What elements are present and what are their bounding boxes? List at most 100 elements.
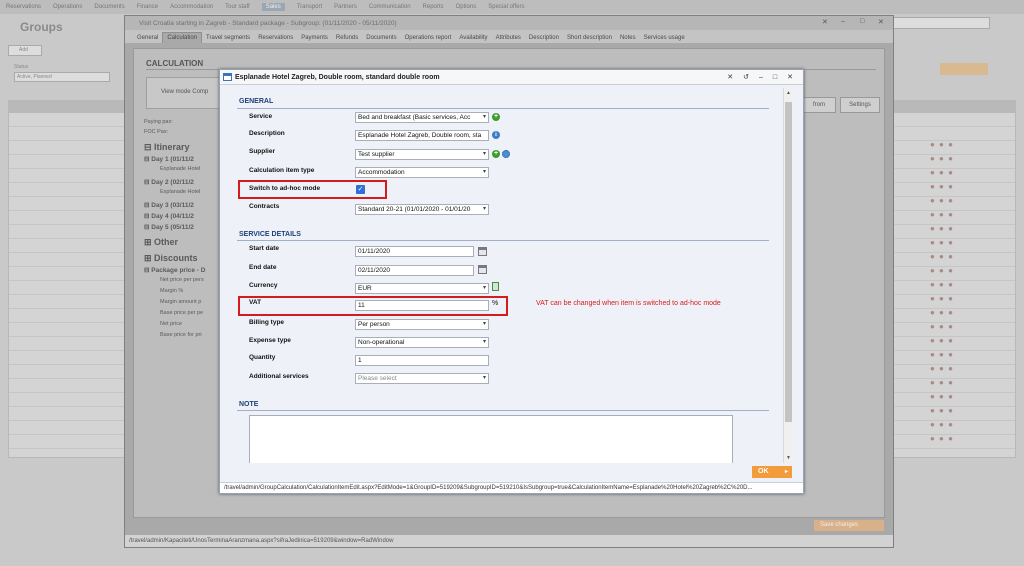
dialog-title-bar: Esplanade Hotel Zagreb, Double room, sta… — [220, 70, 803, 85]
divider — [237, 410, 769, 411]
add-service-icon[interactable]: + — [492, 113, 500, 121]
currency-select[interactable]: EUR — [355, 283, 489, 294]
ok-button[interactable]: OK ▸ — [752, 466, 792, 478]
tab-travel-segments[interactable]: Travel segments — [202, 33, 254, 43]
note-textarea[interactable] — [249, 415, 733, 463]
tab-refunds[interactable]: Refunds — [332, 33, 362, 43]
row-action-icons: ● ● ● — [930, 420, 954, 429]
calendar-icon[interactable] — [478, 265, 487, 274]
tab-short-description[interactable]: Short description — [563, 33, 616, 43]
tab-reservations[interactable]: Reservations — [254, 33, 297, 43]
end-date-label: End date — [249, 264, 277, 271]
from-button[interactable]: from — [802, 97, 836, 113]
status-select: Active, Planned — [14, 72, 110, 82]
vat-unit: % — [492, 300, 499, 307]
close-icon[interactable]: ✕ — [822, 18, 828, 26]
end-date-field[interactable]: 02/11/2020 — [355, 265, 474, 276]
topnav-item: Options — [455, 4, 477, 10]
contracts-label: Contracts — [249, 203, 280, 210]
quantity-field[interactable]: 1 — [355, 355, 489, 366]
topnav-item: Reservations — [6, 4, 42, 10]
row-action-icons: ● ● ● — [930, 378, 954, 387]
row-action-icons: ● ● ● — [930, 140, 954, 149]
additional-services-label: Additional services — [249, 373, 309, 380]
row-action-icons: ● ● ● — [930, 224, 954, 233]
topnav-item: Communication — [368, 4, 411, 10]
topnav-item: Operations — [53, 4, 83, 10]
expense-type-select[interactable]: Non-operational — [355, 337, 489, 348]
topnav-item: Special offers — [488, 4, 525, 10]
close-window-icon[interactable]: ✕ — [878, 18, 884, 26]
exchange-rate-icon[interactable] — [492, 282, 499, 291]
billing-type-select[interactable]: Per person — [355, 319, 489, 330]
description-field[interactable]: Esplanade Hotel Zagreb, Double room, sta — [355, 130, 489, 141]
tab-services-usage[interactable]: Services usage — [640, 33, 689, 43]
divider — [237, 240, 769, 241]
scroll-thumb[interactable] — [785, 102, 792, 422]
tab-notes[interactable]: Notes — [616, 33, 640, 43]
divider — [237, 108, 769, 109]
close-icon[interactable]: ✕ — [787, 70, 793, 85]
restore-icon[interactable]: ↺ — [743, 70, 749, 85]
row-action-icons: ● ● ● — [930, 280, 954, 289]
vat-label: VAT — [249, 299, 262, 306]
tab-documents[interactable]: Documents — [362, 33, 400, 43]
dialog-controls: ✕ ↺ – □ ✕ — [727, 70, 793, 85]
row-action-icons: ● ● ● — [930, 406, 954, 415]
start-date-field[interactable]: 01/11/2020 — [355, 246, 474, 257]
row-action-icons: ● ● ● — [930, 392, 954, 401]
arrow-icon: ▸ — [784, 469, 788, 475]
quantity-label: Quantity — [249, 354, 276, 361]
vat-note: VAT can be changed when item is switched… — [536, 300, 721, 307]
tab-attributes[interactable]: Attributes — [492, 33, 525, 43]
scroll-up-icon[interactable]: ▲ — [786, 90, 791, 96]
tab-description[interactable]: Description — [525, 33, 563, 43]
save-changes-button[interactable]: Save changes — [814, 520, 884, 531]
row-actions: ● ● ● ● ● ● ● ● ● ● ● ● ● ● ● ● ● ● ● ● ● ● ● ●… — [930, 140, 980, 450]
supplier-settings-icon[interactable] — [502, 150, 510, 158]
row-action-icons: ● ● ● — [930, 434, 954, 443]
window-status-bar: /travel/admin/Kapaciteti/UnosTerminaAran… — [125, 535, 893, 547]
service-select[interactable]: Bed and breakfast (Basic services, Acc — [355, 112, 489, 123]
service-label: Service — [249, 113, 273, 120]
close-small-icon[interactable]: ✕ — [727, 70, 733, 85]
row-action-icons: ● ● ● — [930, 336, 954, 345]
view-mode-value[interactable]: Comp — [192, 89, 208, 95]
orange-button — [940, 63, 988, 75]
tab-availability[interactable]: Availability — [455, 33, 491, 43]
calendar-icon[interactable] — [478, 247, 487, 256]
calculation-item-type-label: Calculation item type — [249, 167, 315, 174]
adhoc-checkbox[interactable]: ✓ — [356, 185, 365, 194]
dialog-scrollbar[interactable]: ▲ ▼ — [783, 88, 793, 463]
dialog-form: GENERAL Service Bed and breakfast (Basic… — [223, 88, 796, 463]
general-heading: GENERAL — [239, 98, 274, 105]
topnav-item: Tour staff — [225, 4, 250, 10]
vat-field[interactable]: 11 — [355, 300, 489, 311]
minimize-icon[interactable]: – — [841, 18, 845, 25]
description-label: Description — [249, 130, 285, 137]
maximize-icon[interactable]: □ — [773, 70, 777, 85]
page-title: Groups — [20, 20, 63, 34]
supplier-label: Supplier — [249, 148, 276, 155]
minimize-icon[interactable]: – — [759, 70, 763, 85]
contracts-select[interactable]: Standard 20-21 (01/01/2020 - 01/01/20 — [355, 204, 489, 215]
row-action-icons: ● ● ● — [930, 154, 954, 163]
scroll-down-icon[interactable]: ▼ — [786, 455, 791, 461]
maximize-icon[interactable]: □ — [860, 18, 864, 25]
info-icon[interactable]: i — [492, 131, 500, 139]
note-heading: NOTE — [239, 401, 259, 408]
supplier-select[interactable]: Test supplier — [355, 149, 489, 160]
tab-payments[interactable]: Payments — [297, 33, 332, 43]
group-window-title: Visit Croatia starting in Zagreb - Stand… — [125, 16, 893, 30]
view-mode-label: View mode — [161, 89, 191, 95]
settings-button[interactable]: Settings — [840, 97, 880, 113]
tab-general[interactable]: General — [133, 33, 162, 43]
tab-calculation[interactable]: Calculation — [162, 32, 203, 43]
calculation-heading: CALCULATION — [146, 59, 204, 68]
add-supplier-icon[interactable]: + — [492, 150, 500, 158]
tab-operations-report[interactable]: Operations report — [401, 33, 456, 43]
topnav-item: Partners — [334, 4, 357, 10]
topnav-item: Accommodation — [170, 4, 214, 10]
calculation-item-type-select[interactable]: Accommodation — [355, 167, 489, 178]
additional-services-select[interactable]: Please select — [355, 373, 489, 384]
